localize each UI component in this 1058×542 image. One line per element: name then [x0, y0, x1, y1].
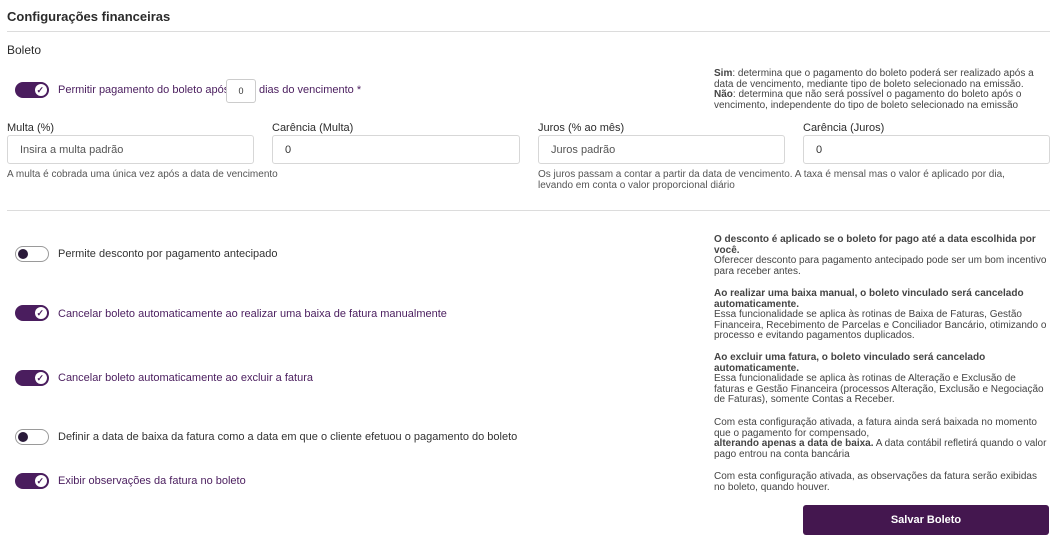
allow-late-label-before: Permitir pagamento do boleto após [58, 84, 230, 96]
nao-text: : determina que não será possível o paga… [714, 89, 1022, 111]
multa-help: A multa é cobrada uma única vez após a d… [7, 169, 278, 180]
payment-date-info-pre: Com esta configuração ativada, a fatura … [714, 417, 1037, 439]
check-icon: ✓ [36, 373, 44, 383]
page-title: Configurações financeiras [7, 9, 171, 24]
cancel-delete-info: Ao excluir uma fatura, o boleto vinculad… [714, 352, 1048, 406]
allow-late-label-after: dias do vencimento * [259, 84, 362, 96]
cancel-on-delete-toggle[interactable]: ✓ [15, 370, 49, 386]
discount-toggle[interactable] [15, 246, 49, 262]
option-label-discount: Permite desconto por pagamento antecipad… [58, 248, 278, 260]
payment-date-info-bold: alterando apenas a data de baixa. [714, 438, 874, 449]
cancel-manual-info-text: Essa funcionalidade se aplica às rotinas… [714, 309, 1047, 341]
show-notes-info-text: Com esta configuração ativada, as observ… [714, 471, 1037, 493]
juros-input[interactable] [538, 135, 785, 164]
cancel-manual-info-bold: Ao realizar uma baixa manual, o boleto v… [714, 288, 1024, 310]
section-divider [7, 210, 1050, 211]
carencia-juros-label: Carência (Juros) [803, 122, 885, 134]
multa-label: Multa (%) [7, 122, 55, 134]
cancel-delete-info-bold: Ao excluir uma fatura, o boleto vinculad… [714, 352, 986, 374]
check-icon: ✓ [36, 85, 44, 95]
juros-help: Os juros passam a contar a partir da dat… [538, 169, 1005, 191]
payment-date-toggle[interactable] [15, 429, 49, 445]
late-days-input[interactable] [226, 79, 256, 103]
show-notes-info: Com esta configuração ativada, as observ… [714, 471, 1048, 493]
cancel-delete-info-text: Essa funcionalidade se aplica às rotinas… [714, 373, 1044, 405]
check-icon: ✓ [36, 476, 44, 486]
discount-info-bold: O desconto é aplicado se o boleto for pa… [714, 234, 1036, 256]
multa-input[interactable] [7, 135, 254, 164]
sim-label: Sim [714, 68, 733, 79]
show-notes-toggle[interactable]: ✓ [15, 473, 49, 489]
nao-label: Não [714, 89, 733, 100]
section-title-boleto: Boleto [7, 43, 42, 57]
cancel-on-manual-toggle[interactable]: ✓ [15, 305, 49, 321]
juros-label: Juros (% ao mês) [538, 122, 625, 134]
option-label-cancel-delete: Cancelar boleto automaticamente ao exclu… [58, 372, 313, 384]
carencia-juros-input[interactable] [803, 135, 1050, 164]
option-label-payment-date: Definir a data de baixa da fatura como a… [58, 431, 518, 443]
carencia-multa-label: Carência (Multa) [272, 122, 354, 134]
save-boleto-button[interactable]: Salvar Boleto [803, 505, 1049, 535]
payment-date-info: Com esta configuração ativada, a fatura … [714, 417, 1048, 460]
cancel-manual-info: Ao realizar uma baixa manual, o boleto v… [714, 288, 1048, 342]
option-label-show-notes: Exibir observações da fatura no boleto [58, 475, 246, 487]
allow-late-toggle[interactable]: ✓ [15, 82, 49, 98]
sim-text: : determina que o pagamento do boleto po… [714, 68, 1034, 90]
title-divider [7, 31, 1050, 32]
carencia-multa-input[interactable] [272, 135, 520, 164]
discount-info: O desconto é aplicado se o boleto for pa… [714, 234, 1048, 277]
discount-info-text: Oferecer desconto para pagamento antecip… [714, 255, 1047, 277]
check-icon: ✓ [36, 308, 44, 318]
option-label-cancel-manual: Cancelar boleto automaticamente ao reali… [58, 308, 447, 320]
late-info: Sim: determina que o pagamento do boleto… [714, 68, 1048, 111]
